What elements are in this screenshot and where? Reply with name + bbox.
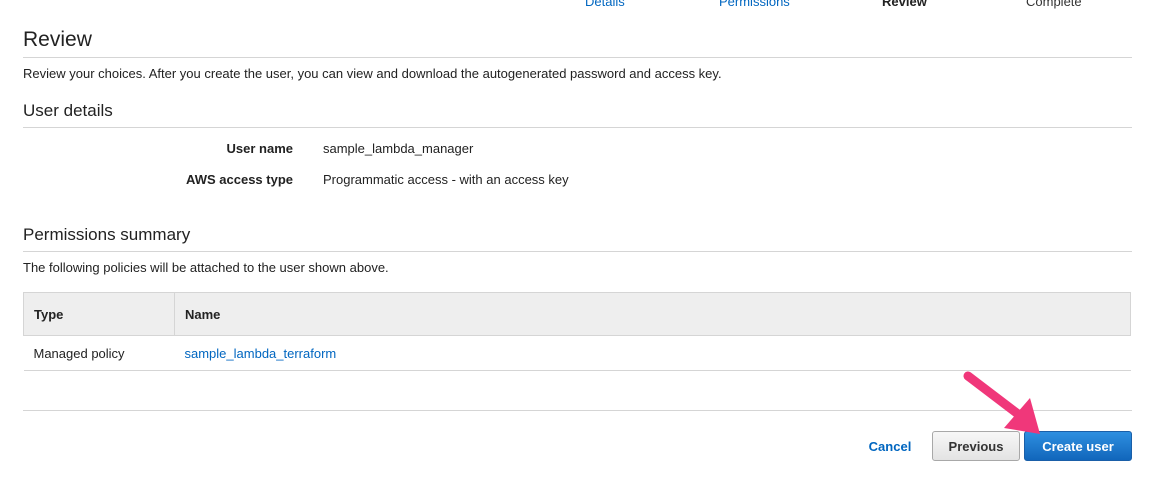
policies-table: Type Name Managed policy sample_lambda_t… <box>23 292 1131 371</box>
table-row: Managed policy sample_lambda_terraform <box>23 335 1131 371</box>
divider <box>23 57 1132 58</box>
step-review: Review <box>882 0 927 9</box>
policy-type-cell: Managed policy <box>23 335 175 371</box>
policy-name-cell: sample_lambda_terraform <box>174 335 1131 371</box>
wizard-steps: Details Permissions Review Complete <box>0 0 1175 14</box>
access-type-label: AWS access type <box>186 172 293 187</box>
user-name-label: User name <box>226 141 293 156</box>
step-details[interactable]: Details <box>585 0 625 9</box>
step-permissions[interactable]: Permissions <box>719 0 790 9</box>
permissions-description: The following policies will be attached … <box>23 260 389 275</box>
access-type-value: Programmatic access - with an access key <box>323 172 569 187</box>
table-header-row: Type Name <box>23 292 1131 336</box>
column-header-name[interactable]: Name <box>174 292 1131 336</box>
page-title: Review <box>23 28 92 51</box>
permissions-summary-heading: Permissions summary <box>23 225 191 244</box>
policy-name-link[interactable]: sample_lambda_terraform <box>185 346 337 361</box>
column-header-type[interactable]: Type <box>23 292 175 336</box>
review-description: Review your choices. After you create th… <box>23 66 722 81</box>
divider <box>23 251 1132 252</box>
user-details-heading: User details <box>23 101 113 120</box>
divider <box>23 127 1132 128</box>
user-name-value: sample_lambda_manager <box>323 141 474 156</box>
cancel-button[interactable]: Cancel <box>858 431 922 461</box>
step-complete: Complete <box>1026 0 1082 9</box>
annotation-arrow-icon <box>963 371 1040 434</box>
